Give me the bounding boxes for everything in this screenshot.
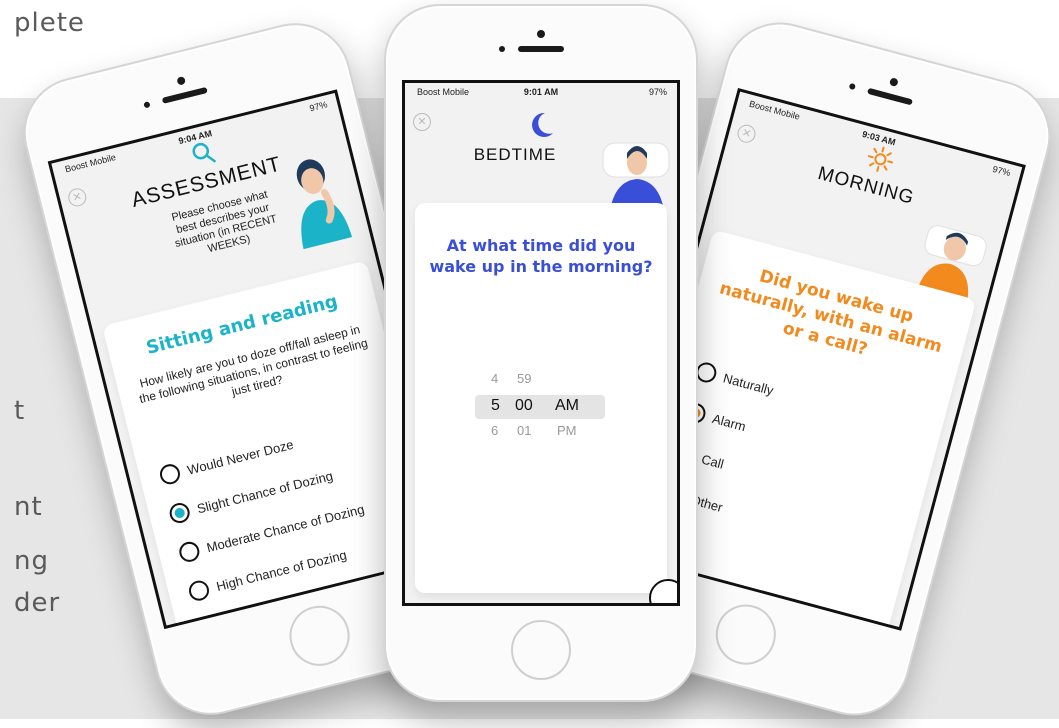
page-title: BEDTIME <box>473 145 557 164</box>
home-button[interactable] <box>283 599 356 673</box>
option-label: High Chance of Dozing <box>214 546 349 594</box>
question-card: At what time did you wake up in the morn… <box>415 203 667 593</box>
front-camera <box>176 75 186 86</box>
screen: Boost Mobile 9:01 AM 97% ✕ BEDTIME At wh… <box>402 80 680 606</box>
hour-value: 5 <box>491 397 500 414</box>
option-label: Would Never Doze <box>185 436 295 478</box>
radio-button-selected[interactable] <box>167 500 192 526</box>
period-value: AM <box>555 397 579 414</box>
picker-row-prev[interactable]: 4 59 <box>475 371 605 391</box>
front-camera <box>537 30 545 38</box>
bg-text-fragment: t <box>14 396 26 426</box>
sensor-dot <box>499 46 505 52</box>
time-picker[interactable]: 4 59 5 00 AM 6 01 PM <box>475 363 605 453</box>
phone-bedtime: Boost Mobile 9:01 AM 97% ✕ BEDTIME At wh… <box>384 4 698 702</box>
earpiece-speaker <box>161 86 208 104</box>
battery-label: 97% <box>648 87 667 97</box>
bg-text-fragment: der <box>14 588 61 618</box>
picker-row-next[interactable]: 6 01 PM <box>475 423 605 443</box>
option-label: Slight Chance of Dozing <box>195 467 335 516</box>
picker-row-selected[interactable]: 5 00 AM <box>475 397 605 419</box>
hour-value: 4 <box>491 371 499 386</box>
sensor-dot <box>143 101 151 109</box>
home-button[interactable] <box>709 597 783 672</box>
front-camera <box>888 77 899 88</box>
hour-value: 6 <box>491 423 499 438</box>
question-text: At what time did you wake up in the morn… <box>429 236 653 276</box>
option-label: Call <box>700 451 726 472</box>
moon-icon <box>532 112 553 137</box>
option-naturally[interactable]: Naturally <box>694 360 776 400</box>
sun-icon <box>867 146 894 172</box>
option-label: Naturally <box>721 369 776 398</box>
close-button[interactable]: ✕ <box>413 113 431 131</box>
minute-value: 01 <box>517 423 532 438</box>
bg-text-fragment: plete <box>14 8 85 38</box>
sensor-dot <box>848 82 856 91</box>
option-label: Alarm <box>710 410 748 434</box>
page-title: MORNING <box>815 163 917 209</box>
battery-label: 97% <box>308 99 329 114</box>
earpiece-speaker <box>518 46 564 52</box>
radio-button[interactable] <box>177 539 202 564</box>
status-bar: Boost Mobile 9:01 AM 97% <box>405 87 677 103</box>
person-illustration <box>296 159 353 250</box>
bg-text-fragment: ng <box>14 546 49 576</box>
radio-button[interactable] <box>186 578 212 603</box>
radio-button[interactable] <box>157 462 183 487</box>
minute-value: 59 <box>517 371 532 386</box>
period-value: PM <box>557 423 577 438</box>
minute-value: 00 <box>515 397 533 414</box>
earpiece-speaker <box>866 87 913 106</box>
battery-label: 97% <box>991 163 1012 179</box>
home-button[interactable] <box>511 620 571 680</box>
clock: 9:01 AM <box>523 87 559 97</box>
bg-text-fragment: nt <box>14 492 43 522</box>
